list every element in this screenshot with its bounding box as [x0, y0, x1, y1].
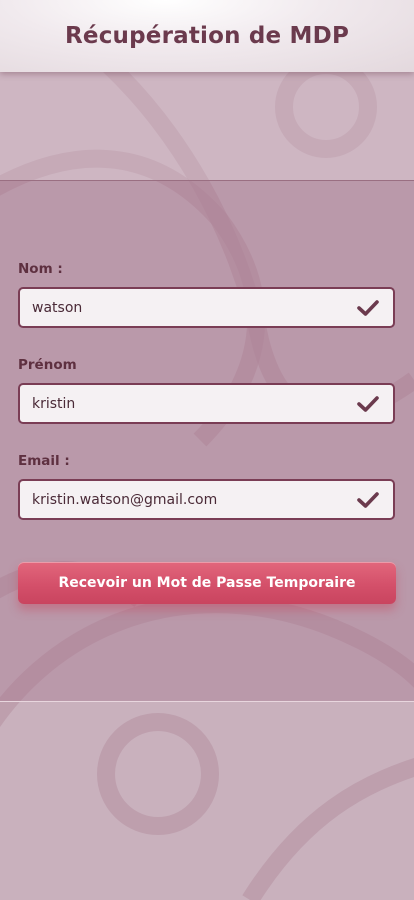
email-label: Email : — [18, 453, 70, 469]
first-name-field[interactable] — [18, 383, 395, 424]
last-name-input[interactable] — [20, 289, 355, 326]
email-field[interactable] — [18, 479, 395, 520]
top-band — [0, 72, 414, 181]
last-name-field[interactable] — [18, 287, 395, 328]
check-icon — [355, 393, 381, 415]
first-name-input[interactable] — [20, 385, 355, 422]
first-name-label: Prénom — [18, 357, 77, 373]
request-temporary-password-button[interactable]: Recevoir un Mot de Passe Temporaire — [18, 562, 396, 604]
page-title: Récupération de MDP — [64, 23, 349, 49]
email-input[interactable] — [20, 481, 355, 518]
app-header: Récupération de MDP — [0, 0, 414, 72]
check-icon — [355, 297, 381, 319]
check-icon — [355, 489, 381, 511]
form-panel — [0, 181, 414, 702]
last-name-label: Nom : — [18, 261, 63, 277]
